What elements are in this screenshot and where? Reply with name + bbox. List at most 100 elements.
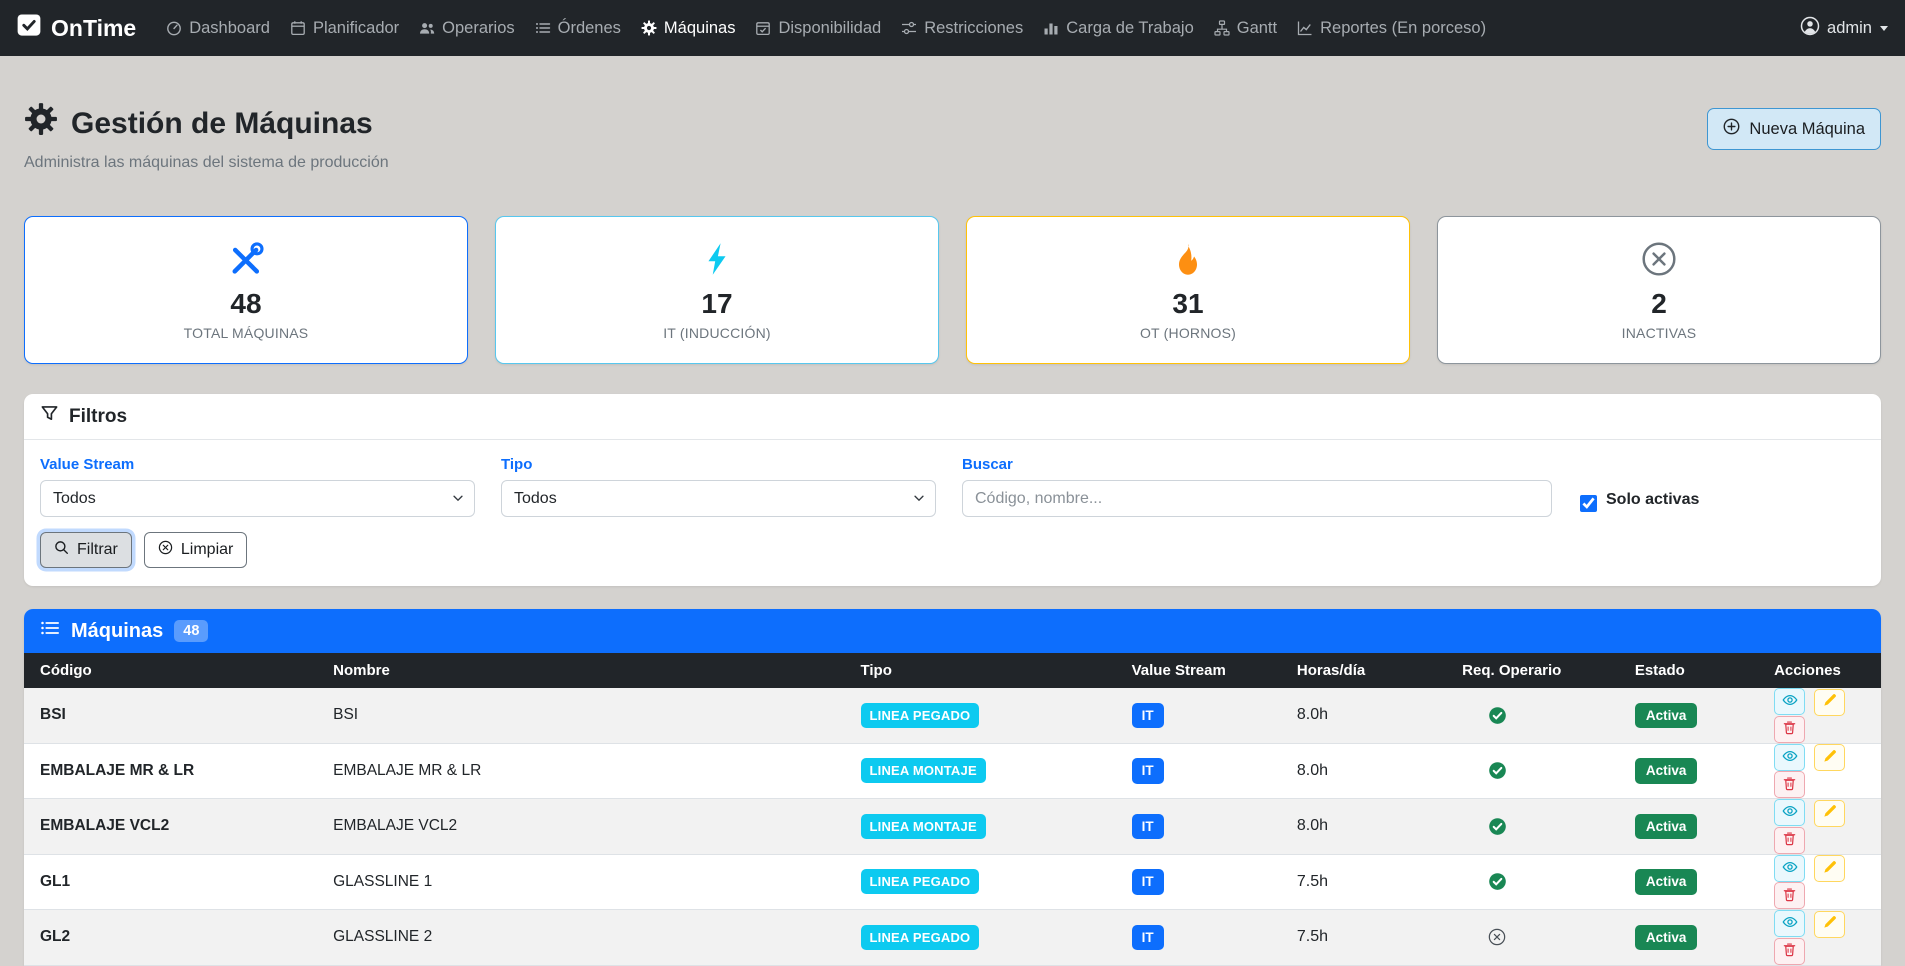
count-badge: 48 [174, 620, 208, 642]
hours-per-day: 7.5h [1285, 854, 1450, 910]
stat-card-ot: 31 OT (HORNOS) [966, 216, 1410, 364]
nav-label: Gantt [1237, 19, 1277, 38]
tipo-badge: LINEA MONTAJE [861, 758, 986, 783]
user-menu[interactable]: admin [1800, 16, 1889, 41]
hours-per-day: 8.0h [1285, 799, 1450, 855]
delete-button[interactable] [1774, 827, 1805, 854]
machine-name: GLASSLINE 1 [321, 854, 848, 910]
x-circle-icon [158, 540, 173, 560]
table-row: EMBALAJE MR & LR EMBALAJE MR & LR LINEA … [24, 743, 1881, 799]
trash-icon [1782, 720, 1797, 738]
trash-icon [1782, 831, 1797, 849]
machine-name: EMBALAJE VCL2 [321, 799, 848, 855]
search-input[interactable] [962, 480, 1552, 517]
delete-button[interactable] [1774, 771, 1805, 798]
person-circle-icon [1800, 16, 1820, 41]
nav-item-disponibilidad[interactable]: Disponibilidad [745, 11, 891, 46]
eye-icon [1782, 748, 1798, 767]
nav-label: Carga de Trabajo [1066, 19, 1194, 38]
limpiar-button[interactable]: Limpiar [144, 532, 247, 568]
funnel-icon [40, 404, 59, 429]
stats-row: 48 TOTAL MÁQUINAS 17 IT (INDUCCIÓN) 31 O… [24, 216, 1881, 364]
filters-header: Filtros [24, 394, 1881, 440]
value-stream-label: Value Stream [40, 456, 475, 473]
edit-button[interactable] [1814, 689, 1845, 716]
delete-button[interactable] [1774, 716, 1805, 743]
nav-item-reportes[interactable]: Reportes (En porceso) [1287, 11, 1496, 46]
stat-card-inactivas: 2 INACTIVAS [1437, 216, 1881, 364]
delete-button[interactable] [1774, 938, 1805, 965]
stat-label: TOTAL MÁQUINAS [35, 325, 457, 341]
hours-per-day: 7.5h [1285, 910, 1450, 966]
page-subtitle: Administra las máquinas del sistema de p… [24, 154, 389, 172]
stat-card-it: 17 IT (INDUCCIÓN) [495, 216, 939, 364]
machine-code: GL2 [24, 910, 321, 966]
new-machine-label: Nueva Máquina [1749, 120, 1865, 139]
nav-item-restricciones[interactable]: Restricciones [891, 11, 1033, 46]
nav-label: Operarios [442, 19, 514, 38]
brand[interactable]: OnTime [16, 12, 136, 44]
value-stream-badge: IT [1132, 814, 1164, 840]
solo-activas-checkbox[interactable] [1580, 495, 1597, 512]
stat-value: 2 [1448, 288, 1870, 320]
col-horas: Horas/día [1285, 653, 1450, 688]
nav-label: Órdenes [558, 19, 621, 38]
table-row: BSI BSI LINEA PEGADO IT 8.0h Activa [24, 688, 1881, 743]
eye-icon [1782, 692, 1798, 711]
nav-label: Planificador [313, 19, 399, 38]
stat-label: INACTIVAS [1448, 325, 1870, 341]
view-button[interactable] [1774, 855, 1805, 882]
stat-card-total: 48 TOTAL MÁQUINAS [24, 216, 468, 364]
edit-button[interactable] [1814, 911, 1845, 938]
sliders-icon [901, 20, 917, 36]
nav-item-gantt[interactable]: Gantt [1204, 11, 1287, 46]
view-button[interactable] [1774, 688, 1805, 715]
page-title: Gestión de Máquinas [24, 102, 389, 146]
view-button[interactable] [1774, 799, 1805, 826]
nav-item-operarios[interactable]: Operarios [409, 11, 524, 46]
machine-name: BSI [321, 688, 848, 743]
tipo-badge: LINEA PEGADO [861, 925, 980, 950]
stat-value: 17 [506, 288, 928, 320]
x-circle-icon [1448, 241, 1870, 282]
nav-item-maquinas[interactable]: Máquinas [631, 11, 746, 46]
nav-item-carga-de-trabajo[interactable]: Carga de Trabajo [1033, 11, 1204, 46]
table-row: GL2 GLASSLINE 2 LINEA PEGADO IT 7.5h Act… [24, 910, 1881, 966]
nav-item-dashboard[interactable]: Dashboard [156, 11, 280, 46]
list-icon [40, 618, 60, 644]
view-button[interactable] [1774, 910, 1805, 937]
operator-required-icon [1488, 761, 1507, 780]
status-badge: Activa [1635, 814, 1698, 840]
tipo-badge: LINEA PEGADO [861, 869, 980, 894]
edit-button[interactable] [1814, 800, 1845, 827]
user-name: admin [1827, 19, 1872, 38]
machines-card-header: Máquinas 48 [24, 609, 1881, 653]
page-header: Gestión de Máquinas Administra las máqui… [24, 102, 1881, 172]
filtrar-button[interactable]: Filtrar [40, 532, 132, 568]
edit-button[interactable] [1814, 744, 1845, 771]
delete-button[interactable] [1774, 882, 1805, 909]
limpiar-label: Limpiar [181, 541, 233, 559]
value-stream-badge: IT [1132, 703, 1164, 729]
value-stream-select[interactable]: Todos [40, 480, 475, 517]
edit-button[interactable] [1814, 855, 1845, 882]
col-codigo: Código [24, 653, 321, 688]
search-icon [54, 540, 69, 560]
machine-code: GL1 [24, 854, 321, 910]
graph-up-icon [1297, 20, 1313, 36]
tipo-label: Tipo [501, 456, 936, 473]
tipo-badge: LINEA MONTAJE [861, 814, 986, 839]
status-badge: Activa [1635, 703, 1698, 729]
status-badge: Activa [1635, 758, 1698, 784]
nav-item-planificador[interactable]: Planificador [280, 11, 409, 46]
solo-activas-label: Solo activas [1606, 491, 1699, 509]
machine-name: EMBALAJE MR & LR [321, 743, 848, 799]
table-header-row: Código Nombre Tipo Value Stream Horas/dí… [24, 653, 1881, 688]
new-machine-button[interactable]: Nueva Máquina [1707, 108, 1881, 150]
stat-label: IT (INDUCCIÓN) [506, 325, 928, 341]
nav-item-ordenes[interactable]: Órdenes [525, 11, 631, 46]
tipo-select[interactable]: Todos [501, 480, 936, 517]
view-button[interactable] [1774, 744, 1805, 771]
machine-name: GLASSLINE 2 [321, 910, 848, 966]
filters-card: Filtros Value Stream Todos Tipo [24, 394, 1881, 586]
